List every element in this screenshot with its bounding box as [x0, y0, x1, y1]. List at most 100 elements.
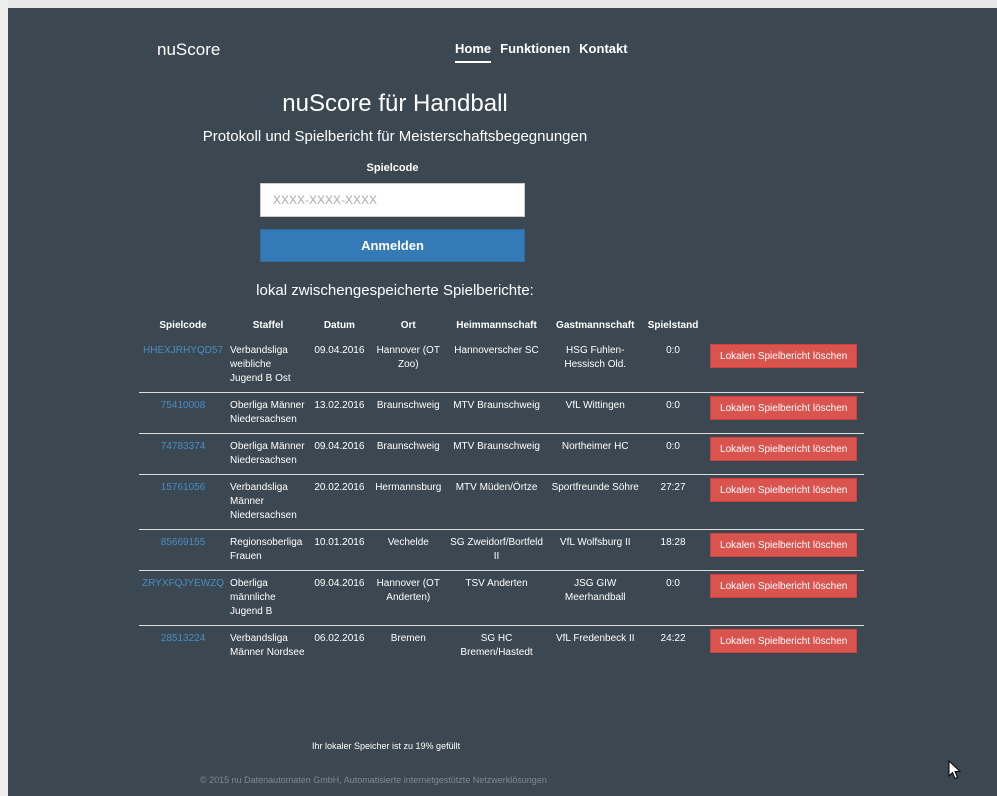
spielcode-link[interactable]: 85669155 — [161, 537, 206, 548]
staffel-cell: Oberliga Männer Niedersachsen — [227, 433, 309, 475]
delete-report-button[interactable]: Lokalen Spielbericht löschen — [710, 396, 858, 420]
main-nav: Home Funktionen Kontakt — [455, 41, 628, 63]
spielcode-link[interactable]: 28513224 — [161, 633, 206, 644]
datum-cell: 09.04.2016 — [308, 433, 370, 475]
saved-reports-heading: lokal zwischengespeicherte Spielberichte… — [256, 282, 534, 299]
table-row: 75410008 Oberliga Männer Niedersachsen 13.… — [139, 392, 864, 434]
window-frame-top — [0, 0, 997, 8]
spielstand-cell: 0:0 — [666, 345, 680, 356]
table-row: HHEXJRHYQD57 Verbandsliga weibliche Jugen… — [139, 341, 864, 393]
datum-cell: 09.04.2016 — [314, 345, 365, 356]
ort-cell: Hannover (OT Zoo) — [376, 345, 440, 370]
spielstand-cell: 0:0 — [644, 433, 703, 475]
spielcode-cell: 15761056 — [139, 474, 228, 530]
staffel-cell: Oberliga männliche Jugend B — [227, 570, 309, 626]
spielcode-link[interactable]: HHEXJRHYQD57 — [143, 345, 223, 356]
delete-report-button[interactable]: Lokalen Spielbericht löschen — [710, 478, 858, 502]
page-title: nuScore für Handball — [282, 90, 508, 117]
table-row: ZRYXFQJYEWZQ Oberliga männliche Jugend B0… — [139, 570, 864, 626]
spielstand-cell: 18:28 — [644, 529, 703, 571]
heimmannschaft-cell: Hannoverscher SC — [454, 345, 539, 356]
gastmannschaft-cell: JSG GIW Meerhandball — [546, 570, 645, 626]
heimmannschaft-cell: MTV Braunschweig — [446, 392, 547, 434]
staffel-cell: Verbandsliga Männer Nordsee — [227, 625, 309, 666]
spielstand-cell: 24:22 — [644, 625, 703, 666]
mouse-cursor-icon — [948, 760, 962, 780]
action-cell: Lokalen Spielbericht löschen — [702, 570, 864, 626]
datum-cell: 13.02.2016 — [308, 392, 370, 434]
spielcode-cell: 75410008 — [139, 392, 228, 434]
staffel-cell: Oberliga Männer Niedersachsen — [227, 392, 309, 434]
spielcode-cell: 28513224 — [139, 625, 228, 666]
brand-logo[interactable]: nuScore — [157, 40, 220, 60]
gastmannschaft-cell: VfL Wolfsburg II — [546, 529, 645, 571]
nav-kontakt[interactable]: Kontakt — [579, 41, 627, 63]
action-cell: Lokalen Spielbericht löschen — [702, 474, 864, 530]
table-row: 74783374 Oberliga Männer Niedersachsen 09.… — [139, 433, 864, 475]
spielcode-cell: HHEXJRHYQD57 — [139, 341, 227, 393]
saved-reports-table: Spielcode Staffel Datum Ort Heimmannscha… — [139, 316, 864, 666]
spielcode-cell: 74783374 — [139, 433, 228, 475]
action-cell: Lokalen Spielbericht löschen — [702, 625, 864, 666]
heimmannschaft-cell: TSV Anderten — [446, 570, 547, 626]
window-frame-left — [0, 0, 8, 796]
spielcode-input[interactable] — [260, 183, 525, 217]
spielstand-cell: 0:0 — [644, 392, 703, 434]
spielcode-cell: ZRYXFQJYEWZQ — [139, 570, 228, 626]
column-header: Heimmannschaft — [456, 320, 537, 331]
table-header-row: Spielcode Staffel Datum Ort Heimmannscha… — [139, 316, 864, 341]
gastmannschaft-cell: VfL Wittingen — [546, 392, 645, 434]
column-header: Ort — [400, 320, 416, 331]
gastmannschaft-cell: VfL Fredenbeck II — [546, 625, 645, 666]
ort-cell: Bremen — [369, 625, 447, 666]
spielstand-cell: 0:0 — [644, 570, 703, 626]
ort-cell: Hermannsburg — [369, 474, 447, 530]
spielstand-cell: 27:27 — [644, 474, 703, 530]
column-header: Spielstand — [647, 320, 699, 331]
datum-cell: 20.02.2016 — [308, 474, 370, 530]
gastmannschaft-cell: Sportfreunde Söhre — [546, 474, 645, 530]
ort-cell: Hannover (OT Anderten) — [369, 570, 447, 626]
ort-cell: Vechelde — [369, 529, 447, 571]
table-row: 28513224 Verbandsliga Männer Nordsee 06.02… — [139, 625, 864, 666]
action-cell: Lokalen Spielbericht löschen — [702, 392, 864, 434]
delete-report-button[interactable]: Lokalen Spielbericht löschen — [710, 574, 858, 598]
staffel-cell: Regionsoberliga Frauen — [227, 529, 309, 571]
action-cell: Lokalen Spielbericht löschen — [702, 341, 864, 393]
spielcode-link[interactable]: 74783374 — [161, 441, 206, 452]
staffel-cell: Verbandsliga weibliche Jugend B Ost — [230, 345, 291, 384]
page-subtitle: Protokoll und Spielbericht für Meistersc… — [202, 128, 588, 145]
delete-report-button[interactable]: Lokalen Spielbericht löschen — [710, 533, 858, 557]
heimmannschaft-cell: MTV Müden/Örtze — [446, 474, 547, 530]
storage-usage-text: Ihr lokaler Speicher ist zu 19% gefüllt — [312, 741, 461, 751]
datum-cell: 10.01.2016 — [308, 529, 370, 571]
column-header: Spielcode — [159, 320, 207, 331]
gastmannschaft-cell: HSG Fuhlen-Hessisch Old. — [564, 345, 627, 370]
heimmannschaft-cell: MTV Braunschweig — [446, 433, 547, 475]
spielcode-cell: 85669155 — [139, 529, 228, 571]
datum-cell: 06.02.2016 — [308, 625, 370, 666]
column-header-actions — [702, 316, 864, 341]
delete-report-button[interactable]: Lokalen Spielbericht löschen — [710, 437, 858, 461]
saved-reports-body: HHEXJRHYQD57 Verbandsliga weibliche Jugen… — [139, 341, 864, 666]
spielcode-label: Spielcode — [366, 162, 419, 174]
action-cell: Lokalen Spielbericht löschen — [702, 529, 864, 571]
delete-report-button[interactable]: Lokalen Spielbericht löschen — [710, 344, 858, 368]
login-button[interactable]: Anmelden — [260, 229, 525, 262]
ort-cell: Braunschweig — [369, 433, 447, 475]
column-header: Staffel — [252, 320, 284, 331]
spielcode-link[interactable]: ZRYXFQJYEWZQ — [142, 578, 224, 589]
heimmannschaft-cell: SG HC Bremen/Hastedt — [446, 625, 547, 666]
column-header: Datum — [323, 320, 355, 331]
footer-copyright: © 2015 nu Datenautomaten GmbH, Automatis… — [200, 775, 547, 785]
spielcode-link[interactable]: 75410008 — [161, 400, 206, 411]
delete-report-button[interactable]: Lokalen Spielbericht löschen — [710, 629, 858, 653]
table-row: 15761056 Verbandsliga Männer Niedersachse… — [139, 474, 864, 530]
staffel-cell: Verbandsliga Männer Niedersachsen — [227, 474, 309, 530]
heimmannschaft-cell: SG Zweidorf/Bortfeld II — [446, 529, 547, 571]
datum-cell: 09.04.2016 — [308, 570, 370, 626]
nav-funktionen[interactable]: Funktionen — [500, 41, 570, 63]
spielcode-link[interactable]: 15761056 — [161, 482, 206, 493]
ort-cell: Braunschweig — [369, 392, 447, 434]
nav-home[interactable]: Home — [455, 41, 492, 63]
